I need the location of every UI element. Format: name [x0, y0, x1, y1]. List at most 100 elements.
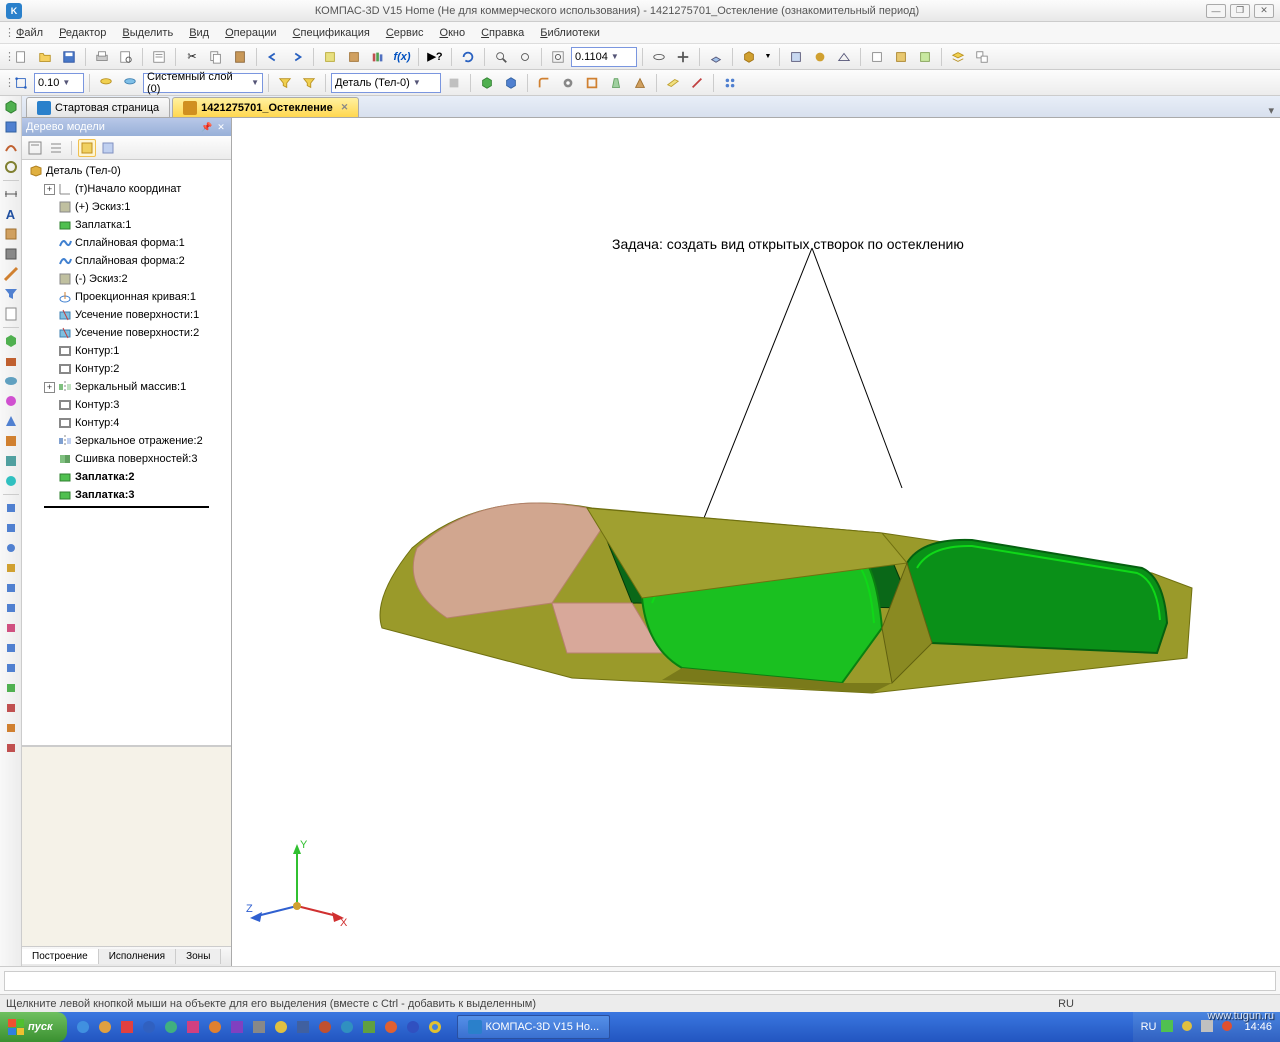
tab-menu-button[interactable]: ▾ — [1262, 104, 1280, 117]
lt-op5-icon[interactable] — [2, 412, 20, 430]
filter-drop-button[interactable] — [298, 72, 320, 94]
start-button[interactable]: пуск — [0, 1012, 67, 1042]
undo-button[interactable] — [262, 46, 284, 68]
windows-button[interactable] — [971, 46, 993, 68]
extrude-button[interactable] — [476, 72, 498, 94]
lt-s7-icon[interactable] — [2, 619, 20, 637]
menu-libs[interactable]: Библиотеки — [532, 25, 608, 41]
snap-button[interactable] — [10, 72, 32, 94]
ql-app13-icon[interactable] — [381, 1017, 401, 1037]
section-button[interactable] — [785, 46, 807, 68]
ql-app6-icon[interactable] — [227, 1017, 247, 1037]
tree-root[interactable]: Деталь (Тел-0) — [24, 162, 229, 180]
lt-edit-icon[interactable] — [2, 225, 20, 243]
perspective-button[interactable] — [833, 46, 855, 68]
tree-item[interactable]: Заплатка:3 — [24, 486, 229, 504]
lt-param-icon[interactable] — [2, 245, 20, 263]
tree-item[interactable]: +(т)Начало координат — [24, 180, 229, 198]
tree-mode2-button[interactable] — [47, 139, 65, 157]
ql-app3-icon[interactable] — [161, 1017, 181, 1037]
info-button[interactable] — [914, 46, 936, 68]
lt-s10-icon[interactable] — [2, 679, 20, 697]
tree-item[interactable]: (+) Эскиз:1 — [24, 198, 229, 216]
lt-s3-icon[interactable] — [2, 539, 20, 557]
ql-app7-icon[interactable] — [249, 1017, 269, 1037]
layer-state-button[interactable] — [95, 72, 117, 94]
tree-item[interactable]: Сплайновая форма:1 — [24, 234, 229, 252]
taskbar-app[interactable]: КОМПАС-3D V15 Ho... — [457, 1015, 611, 1039]
lt-filter-icon[interactable] — [2, 285, 20, 303]
tray-icon-1[interactable] — [1160, 1019, 1176, 1035]
refresh-button[interactable] — [457, 46, 479, 68]
menu-help[interactable]: Справка — [473, 25, 532, 41]
axis-button[interactable] — [686, 72, 708, 94]
lt-dim-icon[interactable] — [2, 185, 20, 203]
lt-op4-icon[interactable] — [2, 392, 20, 410]
lt-s4-icon[interactable] — [2, 559, 20, 577]
lt-op7-icon[interactable] — [2, 452, 20, 470]
tray-lang[interactable]: RU — [1141, 1021, 1157, 1033]
zoom-window-button[interactable] — [490, 46, 512, 68]
lt-s11-icon[interactable] — [2, 699, 20, 717]
tray-clock[interactable]: 14:46 — [1244, 1021, 1272, 1033]
btab-build[interactable]: Построение — [22, 949, 99, 964]
var-button[interactable]: f(x) — [391, 46, 413, 68]
pan-button[interactable] — [672, 46, 694, 68]
menu-spec[interactable]: Спецификация — [285, 25, 378, 41]
tree-item[interactable]: Сшивка поверхностей:3 — [24, 450, 229, 468]
open-button[interactable] — [34, 46, 56, 68]
tree-item[interactable]: +Зеркальный массив:1 — [24, 378, 229, 396]
part-combo[interactable]: Деталь (Тел-0)▼ — [331, 73, 441, 93]
tab-document[interactable]: 1421275701_Остекление ✕ — [172, 97, 359, 117]
print-button[interactable] — [91, 46, 113, 68]
simplify-button[interactable] — [809, 46, 831, 68]
tree-item[interactable]: Контур:3 — [24, 396, 229, 414]
zoom-dyn-button[interactable] — [514, 46, 536, 68]
tree-item[interactable]: Усечение поверхности:1 — [24, 306, 229, 324]
lt-text-icon[interactable]: A — [2, 205, 20, 223]
ql-app9-icon[interactable] — [293, 1017, 313, 1037]
ql-app2-icon[interactable] — [139, 1017, 159, 1037]
tree-item[interactable]: Зеркальное отражение:2 — [24, 432, 229, 450]
help-button[interactable]: ▶? — [424, 46, 446, 68]
zoom-combo[interactable]: 0.1104▼ — [571, 47, 637, 67]
tree-item[interactable]: Контур:1 — [24, 342, 229, 360]
rebuild-button[interactable] — [866, 46, 888, 68]
tree-show2-button[interactable] — [99, 139, 117, 157]
ql-desktop-icon[interactable] — [95, 1017, 115, 1037]
zoom-fit-button[interactable] — [547, 46, 569, 68]
tree-item[interactable]: Контур:4 — [24, 414, 229, 432]
layer-combo[interactable]: Системный слой (0)▼ — [143, 73, 263, 93]
tree-item[interactable]: (-) Эскиз:2 — [24, 270, 229, 288]
check-button[interactable] — [890, 46, 912, 68]
ql-app12-icon[interactable] — [359, 1017, 379, 1037]
ql-app1-icon[interactable] — [117, 1017, 137, 1037]
tree-item[interactable]: Заплатка:2 — [24, 468, 229, 486]
sketch-button[interactable] — [319, 46, 341, 68]
lt-op8-icon[interactable] — [2, 472, 20, 490]
ql-chrome-icon[interactable] — [425, 1017, 445, 1037]
btab-exec[interactable]: Исполнения — [99, 949, 176, 964]
shade-button[interactable] — [738, 46, 760, 68]
menu-window[interactable]: Окно — [432, 25, 474, 41]
copy-button[interactable] — [205, 46, 227, 68]
lt-op1-icon[interactable] — [2, 332, 20, 350]
ql-app5-icon[interactable] — [205, 1017, 225, 1037]
rib-button[interactable] — [629, 72, 651, 94]
ql-app8-icon[interactable] — [271, 1017, 291, 1037]
lt-s9-icon[interactable] — [2, 659, 20, 677]
new-button[interactable] — [10, 46, 32, 68]
ql-app10-icon[interactable] — [315, 1017, 335, 1037]
tab-start-page[interactable]: Стартовая страница — [26, 97, 170, 117]
lt-s13-icon[interactable] — [2, 739, 20, 757]
menu-select[interactable]: Выделить — [114, 25, 181, 41]
lt-s12-icon[interactable] — [2, 719, 20, 737]
lt-op3-icon[interactable] — [2, 372, 20, 390]
body-button[interactable] — [343, 46, 365, 68]
step-combo[interactable]: 0.10▼ — [34, 73, 84, 93]
3d-viewport[interactable]: Задача: создать вид открытых створок по … — [232, 118, 1280, 966]
fillet-button[interactable] — [533, 72, 555, 94]
ql-ie-icon[interactable] — [73, 1017, 93, 1037]
ql-app4-icon[interactable] — [183, 1017, 203, 1037]
panel-close-icon[interactable]: ✕ — [215, 121, 227, 133]
